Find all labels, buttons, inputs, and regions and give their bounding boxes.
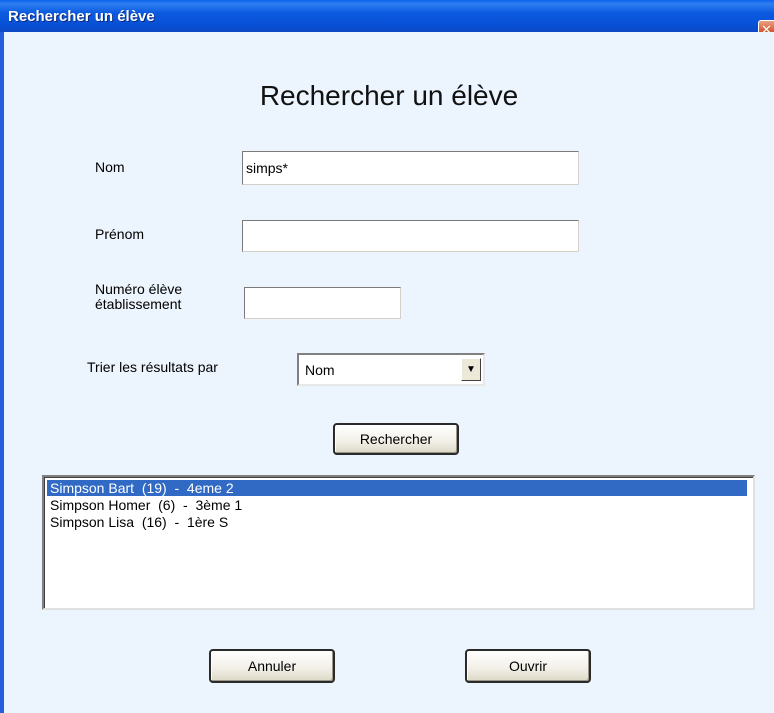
open-button[interactable]: Ouvrir — [465, 649, 591, 683]
sort-select[interactable]: Nom ▼ — [297, 353, 485, 386]
title-bar[interactable]: Rechercher un élève ✕ — [0, 0, 774, 40]
prenom-label: Prénom — [95, 226, 145, 242]
numero-input[interactable] — [244, 287, 401, 319]
list-item[interactable]: Simpson Lisa (16) - 1ère S — [47, 514, 228, 530]
numero-label-line2: établissement — [95, 296, 182, 312]
window-title: Rechercher un élève — [8, 8, 155, 25]
results-list[interactable]: Simpson Bart (19) - 4eme 2 Simpson Homer … — [42, 475, 755, 610]
cancel-button[interactable]: Annuler — [209, 649, 335, 683]
nom-label: Nom — [95, 159, 125, 175]
dialog-window: Rechercher un élève ✕ Rechercher un élèv… — [0, 0, 774, 713]
search-button[interactable]: Rechercher — [333, 423, 459, 455]
prenom-input[interactable] — [242, 220, 579, 252]
dialog-body: Rechercher un élève Nom Prénom Numéro él… — [4, 32, 774, 713]
sort-select-value: Nom — [305, 362, 335, 378]
numero-label-line1: Numéro élève — [95, 281, 183, 297]
sort-label: Trier les résultats par — [87, 359, 218, 375]
numero-label: Numéro élève établissement — [95, 282, 182, 312]
chevron-down-icon[interactable]: ▼ — [461, 358, 481, 381]
page-title: Rechercher un élève — [259, 80, 519, 111]
list-item[interactable]: Simpson Bart (19) - 4eme 2 — [47, 480, 747, 496]
nom-input[interactable] — [242, 151, 579, 185]
list-item[interactable]: Simpson Homer (6) - 3ème 1 — [47, 497, 242, 513]
